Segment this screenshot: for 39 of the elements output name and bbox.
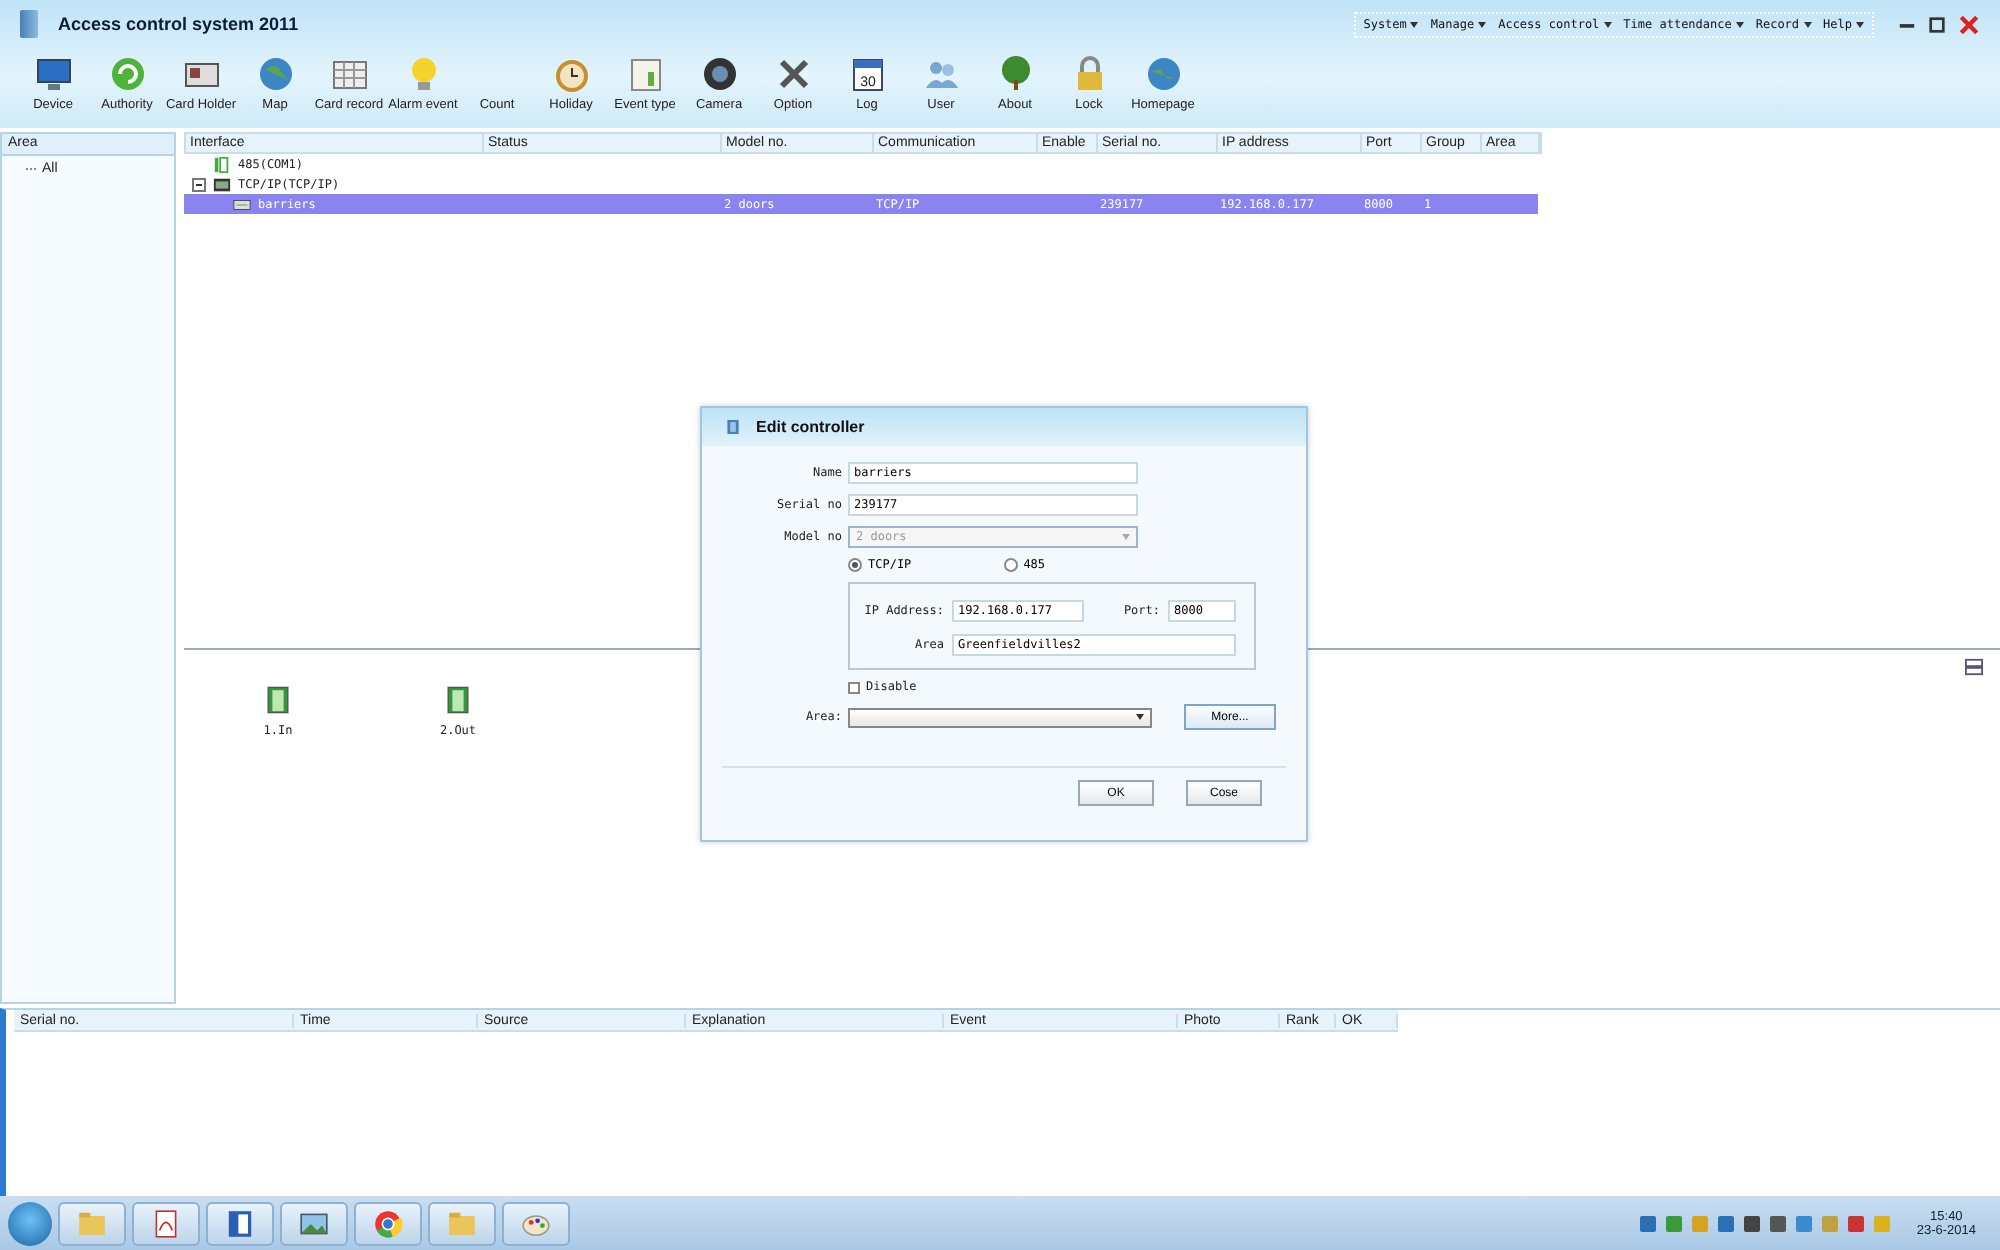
folder-icon (76, 1207, 108, 1239)
split-view-icon[interactable] (1964, 658, 1984, 676)
globe-icon (1143, 54, 1183, 94)
caret-icon (1856, 21, 1864, 27)
dropdown[interactable] (848, 707, 1152, 727)
controller-icon (230, 195, 254, 213)
caret-icon (1603, 21, 1612, 27)
globe-icon (255, 54, 295, 94)
door-icon[interactable] (264, 682, 292, 718)
app-logo-icon (20, 10, 38, 38)
monitor-icon (33, 54, 73, 94)
document-chart-icon (625, 54, 665, 94)
expander-icon[interactable] (192, 177, 206, 191)
taskbar-button[interactable] (132, 1201, 200, 1245)
network-device-icon (210, 175, 234, 193)
document-icon (150, 1207, 182, 1239)
taskbar-button[interactable] (280, 1201, 348, 1245)
window-title: Access control system 2011 (58, 14, 299, 34)
browser-icon (372, 1207, 404, 1239)
document-icon (224, 1207, 256, 1239)
dialog-title: Edit controller (756, 418, 865, 436)
alarm-clock-icon (551, 54, 591, 94)
taskbar-button[interactable] (206, 1201, 274, 1245)
caret-icon (1478, 21, 1487, 27)
taskbar-button[interactable] (354, 1201, 422, 1245)
start-button[interactable] (8, 1201, 52, 1245)
caret-icon (1735, 21, 1744, 27)
folder-icon (446, 1207, 478, 1239)
dialog-icon (726, 416, 740, 438)
caret-icon (1410, 21, 1419, 27)
close-icon[interactable] (1958, 13, 1980, 35)
checkbox[interactable] (848, 681, 860, 693)
maximize-icon[interactable] (1928, 15, 1946, 33)
serial-port-icon (210, 155, 234, 173)
tree-connector (26, 168, 36, 170)
door-icon[interactable] (444, 682, 472, 718)
camera-lens-icon (699, 54, 739, 94)
caret-icon (1803, 21, 1812, 27)
refresh-icon (107, 54, 147, 94)
